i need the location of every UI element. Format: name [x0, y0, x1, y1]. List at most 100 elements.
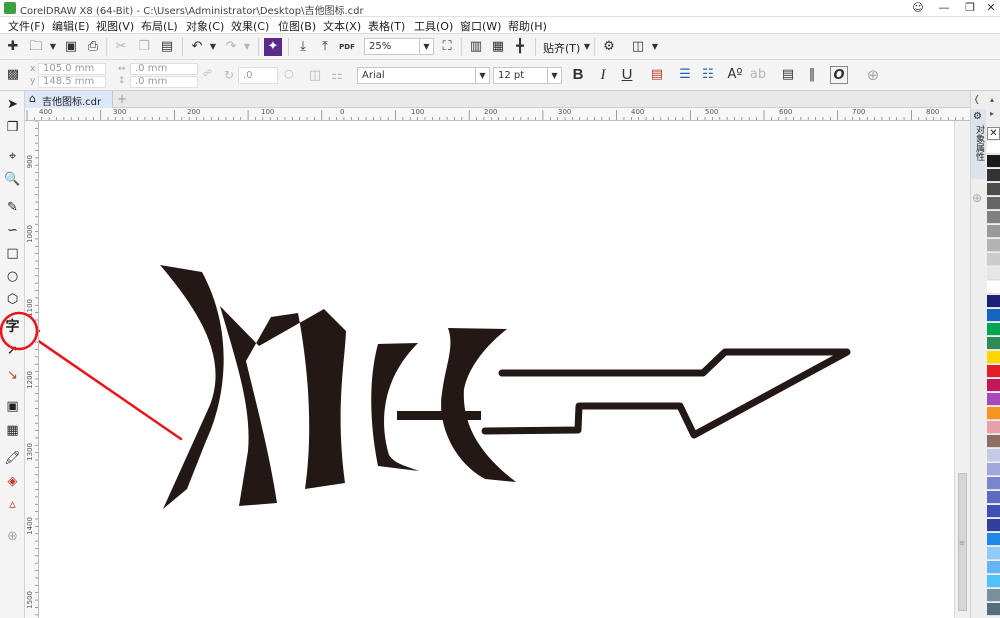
import-icon[interactable]: ⤓ — [294, 38, 312, 56]
rectangle-tool-icon[interactable]: □ — [3, 244, 22, 263]
font-list-field[interactable]: Arial — [357, 67, 476, 84]
menu-table[interactable]: 表格(T) — [368, 18, 405, 34]
guitar-icon-artwork[interactable] — [39, 121, 954, 618]
docker-expand-icon[interactable]: ❬ — [973, 95, 981, 105]
palette-swatch[interactable] — [987, 337, 1000, 350]
transparency-tool-icon[interactable]: ▦ — [3, 421, 22, 440]
menu-file[interactable]: 文件(F) — [8, 18, 45, 34]
application-launcher-icon[interactable]: ◫ — [629, 38, 647, 56]
menu-object[interactable]: 对象(C) — [186, 18, 224, 34]
new-tab-button[interactable]: + — [117, 92, 127, 106]
no-fill-swatch[interactable]: ✕ — [987, 127, 1000, 140]
palette-swatch[interactable] — [987, 281, 1000, 294]
object-origin-icon[interactable]: ▩ — [4, 66, 22, 84]
palette-swatch[interactable] — [987, 533, 1000, 546]
zoom-tool-icon[interactable]: 🔍 — [3, 170, 22, 189]
y-position-field[interactable]: 148.5 mm — [38, 76, 106, 88]
menu-window[interactable]: 窗口(W) — [460, 18, 501, 34]
show-grid-icon[interactable]: ▦ — [489, 38, 507, 56]
polygon-tool-icon[interactable]: ⬡ — [3, 290, 22, 309]
add-docker-icon[interactable]: ⊕ — [972, 191, 982, 205]
palette-swatch[interactable] — [987, 477, 1000, 490]
eyedropper-tool-icon[interactable]: 🖍 — [3, 449, 22, 468]
italic-button[interactable]: I — [594, 66, 612, 84]
palette-swatch[interactable] — [987, 141, 1000, 154]
palette-swatch[interactable] — [987, 183, 1000, 196]
text-alignment-icon[interactable]: ▤ — [648, 66, 666, 84]
palette-swatch[interactable] — [987, 435, 1000, 448]
height-field[interactable]: .0 mm — [130, 76, 198, 88]
menu-bitmaps[interactable]: 位图(B) — [278, 18, 316, 34]
ellipse-tool-icon[interactable]: ○ — [3, 267, 22, 286]
opentype-features-icon[interactable]: O — [830, 66, 848, 84]
document-tab[interactable]: ⌂ 吉他图标.cdr — [25, 91, 113, 108]
corel-connect-icon[interactable]: ✦ — [264, 38, 282, 56]
home-icon[interactable]: ⌂ — [29, 92, 36, 105]
paste-icon[interactable]: ▤ — [158, 38, 176, 56]
cut-icon[interactable]: ✂ — [112, 38, 130, 56]
palette-swatch[interactable] — [987, 421, 1000, 434]
full-screen-icon[interactable]: ⛶ — [438, 38, 456, 56]
close-icon[interactable]: ✕ — [978, 0, 1000, 16]
palette-swatch[interactable] — [987, 323, 1000, 336]
publish-pdf-icon[interactable]: PDF — [338, 38, 356, 56]
character-formatting-icon[interactable]: Aº — [726, 66, 744, 84]
parallel-dimension-tool-icon[interactable]: ➚ — [3, 341, 22, 360]
menu-view[interactable]: 视图(V) — [96, 18, 134, 34]
vertical-text-icon[interactable]: ‖ — [803, 66, 821, 84]
connector-tool-icon[interactable]: ↘ — [3, 366, 22, 385]
palette-swatch[interactable] — [987, 379, 1000, 392]
zoom-level-field[interactable]: 25% — [364, 38, 420, 55]
palette-swatch[interactable] — [987, 365, 1000, 378]
crop-tool-icon[interactable]: ⌖ — [3, 147, 22, 166]
save-icon[interactable]: ▣ — [62, 38, 80, 56]
palette-swatch[interactable] — [987, 519, 1000, 532]
pick-tool-icon[interactable]: ➤ — [3, 95, 22, 114]
menu-effects[interactable]: 效果(C) — [231, 18, 269, 34]
drop-shadow-tool-icon[interactable]: ▣ — [3, 397, 22, 416]
zoom-dropdown-icon[interactable]: ▼ — [420, 38, 434, 55]
artistic-media-tool-icon[interactable]: ∽ — [3, 221, 22, 240]
palette-swatch[interactable] — [987, 211, 1000, 224]
shape-tool-icon[interactable]: ❐ — [3, 118, 22, 137]
palette-swatch[interactable] — [987, 309, 1000, 322]
edit-text-icon[interactable]: ab — [749, 66, 767, 84]
menu-tools[interactable]: 工具(O) — [414, 18, 453, 34]
customize-toolbox-icon[interactable]: ⊕ — [3, 527, 22, 546]
palette-swatch[interactable] — [987, 155, 1000, 168]
mirror-vertical-icon[interactable]: ⚏ — [328, 67, 346, 85]
add-property-icon[interactable]: ⊕ — [864, 66, 882, 84]
palette-scroll-up-icon[interactable]: ▴ — [990, 95, 994, 104]
palette-swatch[interactable] — [987, 295, 1000, 308]
drawing-canvas[interactable] — [0, 121, 954, 618]
open-folder-icon[interactable]: 🗀 — [27, 38, 45, 56]
palette-swatch[interactable] — [987, 547, 1000, 560]
palette-menu-icon[interactable]: ▸ — [990, 109, 994, 118]
bullet-list-icon[interactable]: ☰ — [676, 66, 694, 84]
palette-swatch[interactable] — [987, 463, 1000, 476]
underline-button[interactable]: U — [618, 66, 636, 84]
new-document-icon[interactable]: ✚ — [4, 38, 22, 56]
undo-dropdown-icon[interactable]: ▼ — [204, 38, 222, 56]
palette-swatch[interactable] — [987, 449, 1000, 462]
interactive-fill-tool-icon[interactable]: ◈ — [3, 472, 22, 491]
freehand-tool-icon[interactable]: ✎ — [3, 198, 22, 217]
text-tool-icon[interactable]: 字 — [3, 318, 22, 337]
show-rulers-icon[interactable]: ▥ — [467, 38, 485, 56]
text-properties-icon[interactable]: ▤ — [779, 66, 797, 84]
lock-ratio-icon[interactable]: ☍ — [203, 69, 212, 79]
palette-swatch[interactable] — [987, 225, 1000, 238]
rotation-angle-field[interactable]: .0 — [238, 67, 278, 84]
menu-text[interactable]: 文本(X) — [323, 18, 361, 34]
menu-edit[interactable]: 编辑(E) — [52, 18, 90, 34]
launcher-dropdown-icon[interactable]: ▼ — [646, 38, 664, 56]
bold-button[interactable]: B — [569, 66, 587, 84]
palette-swatch[interactable] — [987, 267, 1000, 280]
palette-swatch[interactable] — [987, 169, 1000, 182]
width-field[interactable]: .0 mm — [130, 63, 198, 75]
mirror-horizontal-icon[interactable]: ◫ — [306, 67, 324, 85]
palette-swatch[interactable] — [987, 197, 1000, 210]
palette-swatch[interactable] — [987, 253, 1000, 266]
options-gear-icon[interactable]: ⚙ — [600, 38, 618, 56]
palette-swatch[interactable] — [987, 505, 1000, 518]
